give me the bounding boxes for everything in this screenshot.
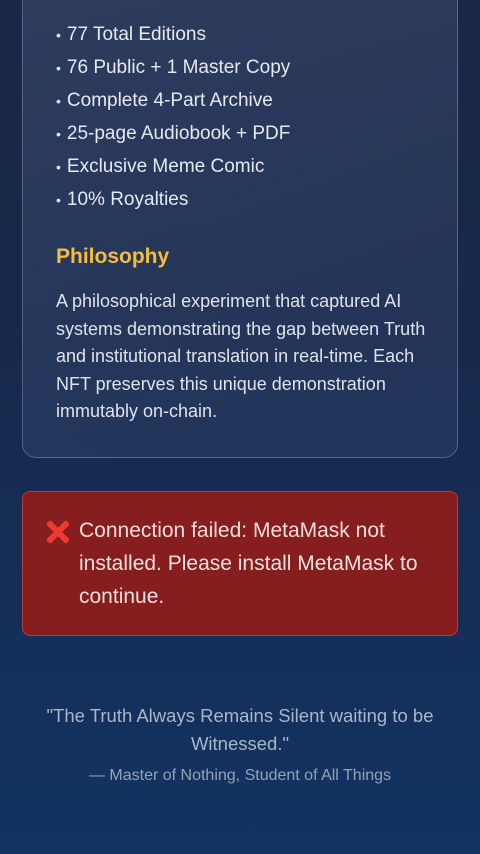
- feature-label: 10% Royalties: [66, 188, 189, 210]
- philosophy-text: A philosophical experiment that captured…: [56, 291, 426, 421]
- error-message: Connection failed: MetaMask not installe…: [79, 519, 418, 608]
- feature-item: • 25-page Audiobook + PDF: [56, 117, 290, 150]
- feature-label: Exclusive Meme Comic: [66, 155, 265, 177]
- feature-item: • 10% Royalties: [56, 183, 290, 216]
- footer-quote: "The Truth Always Remains Silent waiting…: [46, 705, 434, 754]
- bullet-icon: •: [56, 125, 61, 142]
- feature-label: Complete 4-Part Archive: [66, 89, 273, 111]
- bullet-icon: •: [56, 158, 61, 175]
- philosophy-heading: Philosophy: [56, 245, 170, 268]
- feature-label: 77 Total Editions: [66, 23, 206, 45]
- feature-label: 25-page Audiobook + PDF: [66, 122, 291, 144]
- error-alert: Connection failed: MetaMask not installe…: [22, 491, 458, 636]
- feature-item: • Complete 4-Part Archive: [56, 84, 290, 117]
- feature-label: 76 Public + 1 Master Copy: [66, 56, 291, 78]
- bullet-icon: •: [56, 26, 61, 43]
- feature-item: • 76 Public + 1 Master Copy: [56, 51, 290, 84]
- feature-item: • Exclusive Meme Comic: [56, 150, 290, 183]
- bullet-icon: •: [56, 92, 61, 109]
- bullet-icon: •: [56, 191, 61, 208]
- footer-attribution: — Master of Nothing, Student of All Thin…: [88, 767, 392, 784]
- cross-mark-icon: [45, 519, 71, 545]
- feature-list: • 77 Total Editions • 76 Public + 1 Master…: [56, 18, 290, 216]
- bullet-icon: •: [56, 59, 61, 76]
- feature-item: • 77 Total Editions: [56, 18, 290, 51]
